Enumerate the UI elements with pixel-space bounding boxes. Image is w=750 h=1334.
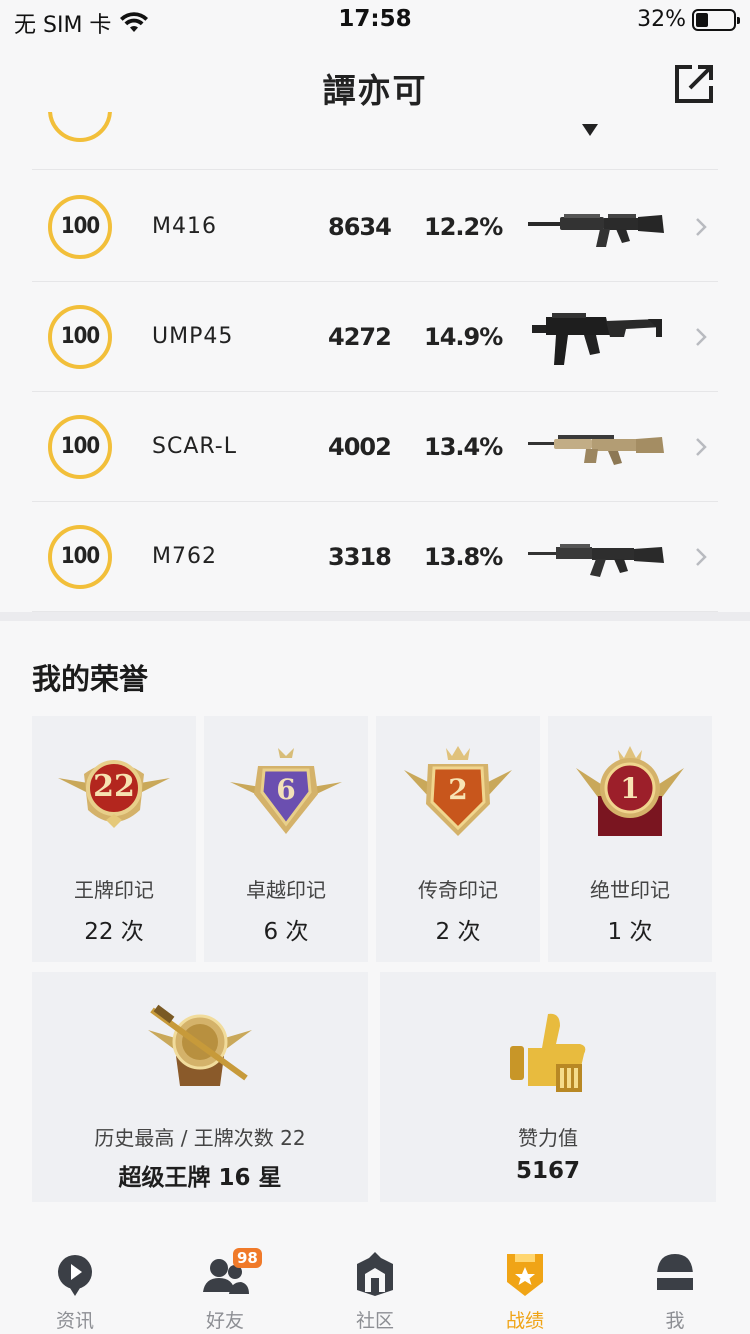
weapon-list: 100 M416 8634 12.2% 100 UMP45 4272 14.9%… (32, 172, 718, 612)
highest-rank-card[interactable]: 历史最高 / 王牌次数 22 超级王牌 16 星 (32, 972, 368, 1202)
honors-title: 我的荣誉 (32, 662, 149, 696)
tab-friends[interactable]: 98 好友 (150, 1232, 300, 1334)
excellence-mark-count: 6 次 (263, 919, 309, 945)
peerless-mark-label: 绝世印记 (590, 878, 670, 902)
score-ring: 100 (48, 304, 112, 369)
legend-mark-label: 传奇印记 (418, 878, 498, 902)
ump45-smg-image (532, 312, 662, 365)
chevron-right-icon (696, 547, 707, 566)
highest-rank-label: 历史最高 / 王牌次数 22 (94, 1126, 306, 1150)
status-right: 32% (637, 7, 740, 32)
section-divider (0, 612, 750, 621)
legend-mark-count: 2 次 (435, 919, 481, 945)
weapon-row[interactable]: 100 M762 3318 13.8% (32, 502, 718, 612)
ace-mark-card[interactable]: 22 王牌印记 22 次 (32, 716, 196, 962)
score-ring: 100 (48, 524, 112, 589)
weapon-image-partial (582, 124, 598, 136)
thumbs-up-trophy-icon (510, 1013, 586, 1092)
app-screen: 无 SIM 卡 17:58 32% 譚亦可 100 M416 8634 12.2… (0, 0, 750, 1334)
tab-friends-label: 好友 (205, 1310, 244, 1332)
excellence-mark-label: 卓越印记 (246, 878, 326, 902)
score-ring: 100 (48, 194, 112, 259)
likes-card[interactable]: 赞力值 5167 (380, 972, 716, 1202)
tab-community[interactable]: 社区 (300, 1232, 450, 1334)
weapon-row[interactable]: 100 SCAR-L 4002 13.4% (32, 392, 718, 502)
weapon-kills: 4002 (328, 432, 392, 461)
tab-news[interactable]: 资讯 (0, 1232, 150, 1334)
tab-bar: 资讯 98 好友 社区 战绩 我 (0, 1232, 750, 1334)
weapon-row[interactable]: 100 UMP45 4272 14.9% (32, 282, 718, 392)
peerless-mark-number: 1 (620, 772, 640, 805)
weapon-name: UMP45 (152, 324, 234, 349)
community-house-icon (357, 1252, 393, 1296)
weapon-rate: 12.2% (424, 212, 503, 241)
record-shield-icon (507, 1254, 543, 1296)
page-title: 譚亦可 (322, 71, 428, 110)
tab-record-label: 战绩 (505, 1310, 544, 1332)
ace-mark-label: 王牌印记 (74, 878, 154, 902)
peerless-mark-card[interactable]: 1 绝世印记 1 次 (548, 716, 712, 962)
legend-mark-card[interactable]: 2 传奇印记 2 次 (376, 716, 540, 962)
chevron-right-icon (696, 437, 707, 456)
scar-l-rifle-image (528, 434, 664, 465)
tab-me[interactable]: 我 (600, 1232, 750, 1334)
excellence-mark-card[interactable]: 6 卓越印记 6 次 (204, 716, 368, 962)
score-ring: 100 (48, 414, 112, 479)
helmet-profile-icon (657, 1254, 693, 1290)
weapon-rate: 13.8% (424, 542, 503, 571)
weapon-kills: 3318 (328, 542, 392, 571)
tab-record[interactable]: 战绩 (450, 1232, 600, 1334)
chevron-right-icon (696, 217, 707, 236)
weapon-rate: 13.4% (424, 432, 503, 461)
battery-icon (692, 8, 740, 31)
status-bar: 无 SIM 卡 17:58 32% (0, 0, 750, 40)
partial-weapon-row (32, 112, 718, 170)
battery-percent: 32% (637, 7, 686, 32)
share-external-icon[interactable] (672, 62, 716, 106)
weapon-name: M416 (152, 214, 217, 239)
likes-value: 5167 (515, 1158, 580, 1184)
tab-me-label: 我 (665, 1310, 685, 1332)
super-ace-rank-badge-icon (148, 1004, 252, 1086)
excellence-mark-number: 6 (276, 773, 296, 806)
weapon-name: M762 (152, 544, 217, 569)
likes-label: 赞力值 (518, 1126, 578, 1150)
legend-mark-number: 2 (448, 773, 468, 806)
peerless-mark-count: 1 次 (607, 919, 653, 945)
ace-mark-number: 22 (93, 769, 135, 804)
m416-rifle-image (528, 213, 664, 247)
weapon-kills: 4272 (328, 322, 392, 351)
news-play-icon (58, 1255, 92, 1296)
m762-rifle-image (528, 543, 664, 577)
friends-badge: 98 (233, 1248, 262, 1268)
highest-rank-value: 超级王牌 16 星 (118, 1165, 282, 1191)
weapon-rate: 14.9% (424, 322, 503, 351)
weapon-name: SCAR-L (152, 434, 237, 459)
chevron-right-icon (696, 327, 707, 346)
battery-cap (737, 16, 740, 24)
tab-news-label: 资讯 (55, 1310, 94, 1332)
ace-mark-count: 22 次 (84, 919, 144, 945)
weapon-kills: 8634 (328, 212, 392, 241)
score-ring-partial (48, 112, 112, 142)
tab-community-label: 社区 (355, 1310, 394, 1332)
battery-level (696, 12, 708, 27)
weapon-row[interactable]: 100 M416 8634 12.2% (32, 172, 718, 282)
